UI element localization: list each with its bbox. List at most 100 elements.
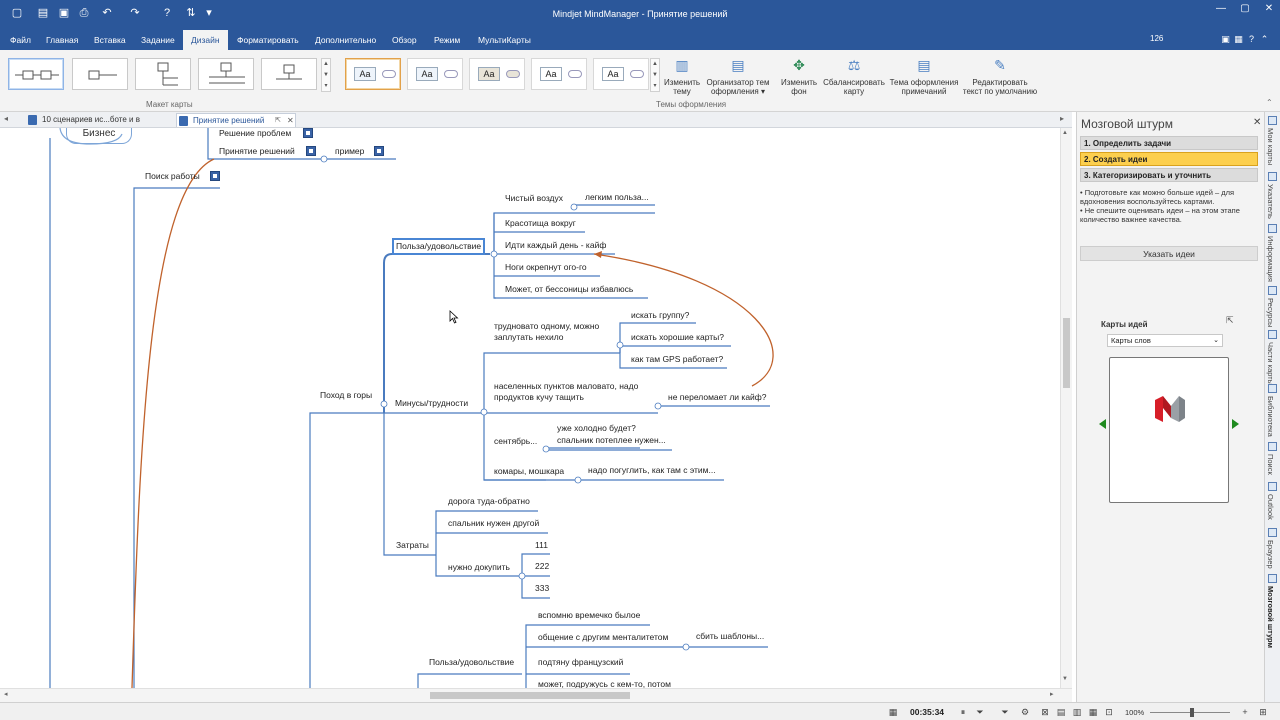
topic-sbit-shablony[interactable]: сбить шаблоны... <box>696 631 764 642</box>
note-icon[interactable] <box>303 128 313 138</box>
pane-close-icon[interactable]: ✕ <box>1253 117 1261 128</box>
fit-map-icon[interactable]: ⊠ <box>1040 707 1050 717</box>
tab-multimaps[interactable]: МультиКарты <box>474 30 535 50</box>
side-tab-resources[interactable]: Ресурсы <box>1266 298 1275 328</box>
zoom-in-icon[interactable]: + <box>1240 707 1250 717</box>
topic-vspomnyu[interactable]: вспомню времечко былое <box>538 610 640 621</box>
tab-home[interactable]: Главная <box>42 30 82 50</box>
topic-biznes[interactable]: Бизнес <box>66 128 132 144</box>
timer-icon[interactable]: ▦ <box>888 707 898 717</box>
topic-naselennyh-punktov[interactable]: населенных пунктов маловато, надо продук… <box>494 381 656 403</box>
filter-options-icon[interactable]: ⏷ <box>1000 707 1010 717</box>
horizontal-scroll-thumb[interactable] <box>430 692 630 699</box>
topic-primer[interactable]: пример <box>335 146 364 157</box>
layout-gallery-scroll[interactable]: ▲ ▼ ▾ <box>321 58 331 92</box>
topic-pohod[interactable]: Поход в горы <box>320 390 372 401</box>
scroll-left-icon[interactable]: ◂ <box>4 690 8 698</box>
topic-222[interactable]: 222 <box>535 561 549 572</box>
topic-iskat-gruppu[interactable]: искать группу? <box>631 310 689 321</box>
vertical-scroll-thumb[interactable] <box>1063 318 1070 388</box>
topic-333[interactable]: 333 <box>535 583 549 594</box>
filter-icon[interactable]: ⏷ <box>975 707 985 717</box>
step-categorize[interactable]: 3. Категоризировать и уточнить <box>1080 168 1258 182</box>
settings-icon[interactable]: ⚙ <box>1020 707 1030 717</box>
topic-prinyatie-resheniy[interactable]: Принятие решений <box>219 146 295 157</box>
popout-icon[interactable]: ⇱ <box>1226 315 1234 326</box>
topic-poisk-raboty[interactable]: Поиск работы <box>145 171 200 182</box>
scroll-down-icon[interactable]: ▼ <box>1062 676 1068 682</box>
library-icon[interactable] <box>1268 384 1277 393</box>
idea-card[interactable] <box>1109 357 1229 503</box>
topic-holodno[interactable]: уже холодно будет? <box>557 423 636 434</box>
topic-iskat-karty[interactable]: искать хорошие карты? <box>631 332 724 343</box>
step-define-tasks[interactable]: 1. Определить задачи <box>1080 136 1258 150</box>
topic-trudnovato[interactable]: трудновато одному, можно заплутать нехил… <box>494 321 616 343</box>
topic-zatraty[interactable]: Затраты <box>396 540 429 551</box>
step-create-ideas[interactable]: 2. Создать идеи <box>1080 152 1258 166</box>
layout-thumb-3[interactable] <box>135 58 191 90</box>
topic-sentyabr[interactable]: сентябрь... <box>494 436 537 447</box>
topic-krasotishcha[interactable]: Красотища вокруг <box>505 218 576 229</box>
specify-ideas-button[interactable]: Указать идеи <box>1080 246 1258 261</box>
vertical-scrollbar[interactable]: ▲ ▼ <box>1060 128 1072 688</box>
close-tab-icon[interactable]: ✕ <box>287 114 294 128</box>
theme-thumb-5[interactable]: Aa <box>593 58 649 90</box>
topic-komary[interactable]: комары, мошкара <box>494 466 564 477</box>
collapse-ribbon-caret-icon[interactable]: ⌃ <box>1266 98 1273 107</box>
topic-spalnik-drugoy[interactable]: спальник нужен другой <box>448 518 539 529</box>
topic-polza-2[interactable]: Польза/удовольствие <box>429 657 514 668</box>
ribbon-display-icon[interactable]: ▣ <box>1220 34 1231 45</box>
outline-view-icon[interactable]: ▥ <box>1072 707 1082 717</box>
side-tab-outlook[interactable]: Outlook <box>1266 494 1275 520</box>
theme-thumb-3[interactable]: Aa <box>469 58 525 90</box>
scroll-up-icon[interactable]: ▲ <box>1062 130 1068 136</box>
resources-icon[interactable] <box>1268 286 1277 295</box>
topic-podruzhus[interactable]: может, подружусь с кем-то, потом <box>538 679 671 688</box>
pin-tab-icon[interactable]: ⇱ <box>275 114 281 128</box>
topic-ne-perelomaet[interactable]: не переломает ли кайф? <box>668 392 767 403</box>
topic-minusy[interactable]: Минусы/трудности <box>395 398 468 409</box>
topic-spalnik-teplee[interactable]: спальник потеплее нужен... <box>557 435 666 446</box>
topic-nogi-okrepnut[interactable]: Ноги окрепнут ого-го <box>505 262 587 273</box>
side-tab-library[interactable]: Библиотека <box>1266 396 1275 437</box>
theme-organizer-button[interactable]: ▤ Организатор тем оформления ▾ <box>704 56 772 96</box>
notes-theme-button[interactable]: ▤ Тема оформления примечаний <box>888 56 960 96</box>
doc-tab-scenarios[interactable]: 10 сценариев ис...боте и в жизни* <box>26 113 166 138</box>
map-canvas[interactable]: Бизнес Решение проблем Принятие решений … <box>0 128 1060 688</box>
layout-thumb-5[interactable] <box>261 58 317 90</box>
topic-pogoogle[interactable]: надо погуглить, как там с этим... <box>588 465 716 476</box>
side-tab-index[interactable]: Указатель <box>1266 184 1275 219</box>
my-maps-icon[interactable] <box>1268 116 1277 125</box>
topic-dokupit[interactable]: нужно докупить <box>448 562 510 573</box>
scroll-right-icon[interactable]: ▸ <box>1050 690 1054 698</box>
topic-gps[interactable]: как там GPS работает? <box>631 354 723 365</box>
close-button[interactable]: ✕ <box>1258 2 1280 16</box>
topic-reshenie-problem[interactable]: Решение проблем <box>219 128 291 139</box>
layout-thumb-4[interactable] <box>198 58 254 90</box>
gantt-view-icon[interactable]: ▦ <box>1088 707 1098 717</box>
tab-task[interactable]: Задание <box>137 30 179 50</box>
fit-window-icon[interactable]: ⊞ <box>1258 707 1268 717</box>
note-icon[interactable] <box>306 146 316 156</box>
change-theme-button[interactable]: ▥ Изменить тему <box>664 56 700 96</box>
side-tab-my-maps[interactable]: Мои карты <box>1266 128 1275 165</box>
tab-format[interactable]: Форматировать <box>233 30 303 50</box>
search-icon[interactable] <box>1268 442 1277 451</box>
topic-podtyanu[interactable]: подтяну французский <box>538 657 623 668</box>
topic-doroga[interactable]: дорога туда-обратно <box>448 496 530 507</box>
horizontal-scrollbar[interactable]: ◂ ▸ <box>0 688 1072 702</box>
topic-chistyy-vozduh[interactable]: Чистый воздух <box>505 193 563 204</box>
side-tab-search[interactable]: Поиск <box>1266 454 1275 475</box>
topic-idti-kazhdyy-den[interactable]: Идти каждый день - кайф <box>505 240 606 251</box>
tabs-scroll-right-icon[interactable]: ▸ <box>1060 114 1064 123</box>
tab-design[interactable]: Дизайн <box>183 30 228 50</box>
info-icon[interactable] <box>1268 224 1277 233</box>
theme-thumb-1[interactable]: Aa <box>345 58 401 90</box>
tabs-scroll-left-icon[interactable]: ◂ <box>4 114 8 123</box>
layout-thumb-1[interactable] <box>8 58 64 90</box>
previous-card-icon[interactable] <box>1099 419 1106 429</box>
note-icon[interactable] <box>374 146 384 156</box>
topic-111[interactable]: 111 <box>535 540 548 551</box>
tab-advanced[interactable]: Дополнительно <box>311 30 380 50</box>
next-card-icon[interactable] <box>1232 419 1239 429</box>
